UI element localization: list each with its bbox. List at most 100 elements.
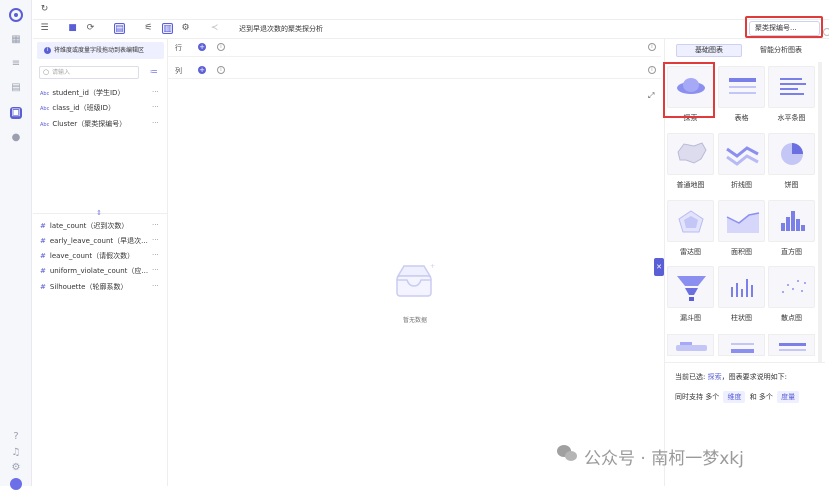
scrollbar[interactable] bbox=[818, 62, 822, 362]
measure-chip: 度量 bbox=[777, 391, 800, 403]
list-toggle-icon[interactable]: ☰ bbox=[39, 23, 50, 34]
resize-handle-icon[interactable]: ⇕ bbox=[94, 209, 104, 217]
area-chart-icon bbox=[718, 200, 765, 242]
chart-option-scatter[interactable]: 散点图 bbox=[768, 266, 815, 323]
shelf-divider bbox=[168, 78, 661, 79]
chart-option-histogram[interactable]: 直方图 bbox=[768, 200, 815, 257]
more-icon[interactable]: ··· bbox=[152, 266, 159, 274]
more-icon[interactable]: ··· bbox=[152, 236, 159, 244]
field-item[interactable]: Abc student_id（学生ID） bbox=[40, 88, 124, 98]
chart-option-area[interactable]: 面积图 bbox=[718, 200, 765, 257]
scatter-chart-icon bbox=[768, 266, 815, 308]
text-type-icon: Abc bbox=[40, 122, 50, 128]
chart-option-funnel[interactable]: 漏斗图 bbox=[667, 266, 714, 323]
cluster-dropdown-button[interactable]: 聚类探编号... bbox=[749, 21, 820, 36]
refresh-icon[interactable]: ↻ bbox=[39, 4, 50, 15]
number-type-icon: # bbox=[40, 267, 46, 275]
search-input[interactable]: 请输入 bbox=[39, 66, 139, 79]
chart-name: 水平条图 bbox=[777, 114, 806, 122]
save-icon[interactable]: ■ bbox=[67, 23, 78, 34]
more-icon[interactable]: ··· bbox=[152, 221, 159, 229]
field-item[interactable]: # Silhouette（轮廓系数） bbox=[40, 282, 127, 292]
chart-name: 折线图 bbox=[731, 181, 752, 189]
settings-circle-icon[interactable]: ● bbox=[10, 132, 22, 144]
info-icon: i bbox=[44, 47, 51, 54]
share-icon[interactable]: ≺ bbox=[209, 23, 220, 34]
table-view-icon[interactable]: ▤ bbox=[114, 23, 125, 34]
add-column-icon[interactable]: + bbox=[198, 66, 206, 74]
sync-icon[interactable]: ⟳ bbox=[85, 23, 96, 34]
drag-hint: 将维度或度量字段拖动到表编辑区 bbox=[37, 42, 164, 59]
more-icon[interactable]: ··· bbox=[152, 88, 159, 96]
tab-smart-charts[interactable]: 智能分析图表 bbox=[748, 44, 814, 57]
chart-name: 面积图 bbox=[731, 248, 752, 256]
chart-name: 饼图 bbox=[784, 181, 799, 189]
chart-option-pivot[interactable] bbox=[768, 334, 815, 356]
field-label: late_count（迟到次数） bbox=[49, 222, 129, 230]
info-icon[interactable]: i bbox=[217, 43, 225, 51]
bell-icon[interactable]: ♫ bbox=[10, 447, 22, 459]
chart-name: 柱状图 bbox=[731, 314, 752, 322]
tab-basic-charts[interactable]: 基础图表 bbox=[676, 44, 742, 57]
chart-name: 表格 bbox=[734, 114, 749, 122]
field-item[interactable]: # leave_count（请假次数） bbox=[40, 251, 134, 261]
desc-label: 当前已选: bbox=[675, 373, 706, 381]
layout-icon[interactable]: ▥ bbox=[162, 23, 173, 34]
more-icon[interactable]: ··· bbox=[152, 119, 159, 127]
chart-option-wordcloud[interactable] bbox=[667, 334, 714, 356]
number-type-icon: # bbox=[40, 252, 46, 260]
more-icon[interactable]: ··· bbox=[152, 251, 159, 259]
radar-chart-icon bbox=[667, 200, 714, 242]
collapse-panel-button[interactable]: ✕ bbox=[654, 258, 664, 276]
chart-option-radar[interactable]: 雷达图 bbox=[667, 200, 714, 257]
field-item[interactable]: # early_leave_count（早退次... bbox=[40, 236, 148, 246]
help-icon[interactable]: ? bbox=[10, 431, 22, 443]
expand-icon[interactable]: ⤢ bbox=[648, 91, 654, 101]
dashboard-icon[interactable]: ▤ bbox=[10, 82, 22, 94]
gear-icon[interactable]: ⚙ bbox=[180, 23, 191, 34]
toolbar: ☰ ■ ⟳ ▤ ⚟ ▥ ⚙ ≺ bbox=[33, 19, 829, 39]
gear-icon[interactable]: ⚙ bbox=[10, 462, 22, 474]
desc-label: ，图表要求说明如下: bbox=[721, 373, 787, 381]
chart-option-table[interactable]: 表格 bbox=[718, 66, 765, 123]
chart-option-line[interactable]: 折线图 bbox=[718, 133, 765, 190]
number-type-icon: # bbox=[40, 283, 46, 291]
filter-settings-icon[interactable]: ⚟ bbox=[143, 23, 154, 34]
app-logo-icon[interactable] bbox=[9, 8, 23, 22]
chart-option-column[interactable]: 柱状图 bbox=[718, 266, 765, 323]
database-icon[interactable]: ≡ bbox=[10, 58, 22, 70]
chart-option-pie[interactable]: 饼图 bbox=[768, 133, 815, 190]
field-item[interactable]: Abc Cluster（聚类探编号） bbox=[40, 119, 126, 129]
avatar[interactable] bbox=[10, 478, 22, 490]
watermark-text: 公众号 · 南柯一梦xkj bbox=[584, 449, 744, 469]
panel-divider bbox=[665, 362, 825, 363]
field-item[interactable]: # uniform_violate_count（应... bbox=[40, 266, 148, 276]
more-icon[interactable]: ··· bbox=[152, 282, 159, 290]
wechat-icon bbox=[557, 445, 577, 461]
empty-state-text: 暂无数据 bbox=[402, 317, 427, 324]
circle-icon[interactable] bbox=[823, 28, 829, 36]
add-row-icon[interactable]: + bbox=[198, 43, 206, 51]
number-type-icon: # bbox=[40, 237, 46, 245]
grid-icon[interactable]: ▦ bbox=[10, 34, 22, 46]
sort-filter-icon[interactable]: ≔ bbox=[150, 67, 158, 76]
search-icon: ○ bbox=[43, 68, 50, 76]
chart-option-map[interactable]: 普通地图 bbox=[667, 133, 714, 190]
field-item[interactable]: Abc class_id（班级ID） bbox=[40, 103, 115, 113]
info-icon[interactable]: i bbox=[217, 66, 225, 74]
field-label: student_id（学生ID） bbox=[52, 89, 125, 97]
chart-option-indicator[interactable] bbox=[718, 334, 765, 356]
chart-option-horizontal-bar[interactable]: 水平条图 bbox=[768, 66, 815, 123]
desc-label: 同时支持 多个 bbox=[675, 393, 720, 401]
table-chart-icon bbox=[718, 66, 765, 108]
field-item[interactable]: # late_count（迟到次数） bbox=[40, 221, 128, 231]
info-icon[interactable]: i bbox=[648, 43, 656, 51]
chart-name: 散点图 bbox=[781, 314, 802, 322]
field-label: class_id（班级ID） bbox=[52, 104, 116, 112]
more-icon[interactable]: ··· bbox=[152, 103, 159, 111]
folder-icon[interactable]: ▣ bbox=[10, 107, 22, 119]
row-shelf-label: 行 bbox=[175, 44, 182, 52]
chart-title[interactable]: 迟到早退次数的聚类探分析 bbox=[239, 24, 323, 34]
info-icon[interactable]: i bbox=[648, 66, 656, 74]
chart-requirement-text: 当前已选: 探索，图表要求说明如下: bbox=[675, 372, 787, 382]
